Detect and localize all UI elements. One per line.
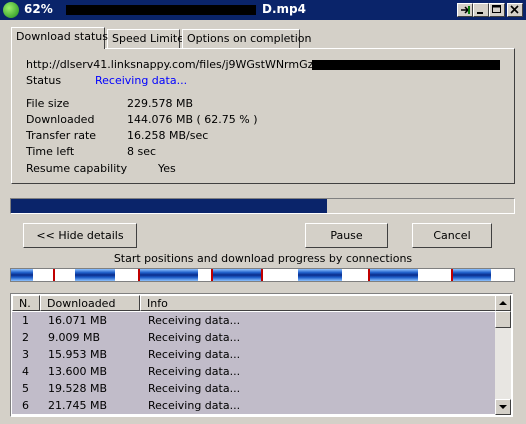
pin-icon[interactable]: [457, 3, 473, 17]
table-row[interactable]: 3 15.953 MB Receiving data...: [12, 346, 496, 363]
file-size-label: File size: [26, 97, 70, 110]
connection-segment: [75, 269, 115, 281]
download-progress-bar: [10, 198, 515, 214]
connection-info: Receiving data...: [148, 365, 241, 378]
connection-start-marker: [368, 269, 370, 281]
table-header: N. Downloaded Info: [12, 295, 496, 311]
connection-info: Receiving data...: [148, 314, 241, 327]
column-header-info[interactable]: Info: [140, 295, 496, 311]
scroll-thumb[interactable]: [495, 311, 511, 328]
progress-fill: [11, 199, 327, 213]
table-row[interactable]: 4 13.600 MB Receiving data...: [12, 363, 496, 380]
column-header-n[interactable]: N.: [12, 295, 40, 311]
table-row[interactable]: 2 9.009 MB Receiving data...: [12, 329, 496, 346]
app-icon: [3, 2, 19, 18]
connection-segment: [451, 269, 491, 281]
table-row[interactable]: 6 21.745 MB Receiving data...: [12, 397, 496, 414]
connection-number: 5: [22, 382, 29, 395]
connection-segment: [368, 269, 418, 281]
window-title-filename: D.mp4: [262, 2, 306, 16]
column-header-downloaded[interactable]: Downloaded: [40, 295, 140, 311]
connection-number: 4: [22, 365, 29, 378]
cancel-button[interactable]: Cancel: [412, 223, 492, 248]
window-title-progress: 62%: [24, 2, 53, 16]
title-bar[interactable]: 62% D.mp4: [0, 0, 526, 20]
time-left-label: Time left: [26, 145, 75, 158]
resume-capability-label: Resume capability: [26, 162, 128, 175]
downloaded-label: Downloaded: [26, 113, 95, 126]
tab-speed-limiter[interactable]: Speed Limiter: [107, 29, 189, 48]
tab-options-on-completion[interactable]: Options on completion: [182, 29, 312, 48]
connection-segment: [298, 269, 342, 281]
status-label: Status: [26, 74, 62, 87]
connection-downloaded: 16.071 MB: [48, 314, 108, 327]
connection-segment: [138, 269, 198, 281]
connection-start-marker: [261, 269, 263, 281]
status-value: Receiving data...: [95, 74, 188, 87]
tab-download-status[interactable]: Download status: [11, 27, 108, 49]
close-icon[interactable]: [507, 3, 523, 17]
title-redaction: [66, 5, 256, 15]
connection-start-marker: [451, 269, 453, 281]
table-rows: 1 16.071 MB Receiving data... 2 9.009 MB Rece…: [12, 312, 496, 414]
url-redaction: [312, 60, 500, 70]
scroll-down-icon[interactable]: [495, 399, 511, 415]
hide-details-button[interactable]: << Hide details: [23, 223, 137, 248]
table-row[interactable]: 5 19.528 MB Receiving data...: [12, 380, 496, 397]
connection-downloaded: 19.528 MB: [48, 382, 108, 395]
connection-downloaded: 15.953 MB: [48, 348, 108, 361]
time-left-value: 8 sec: [127, 145, 157, 158]
connection-info: Receiving data...: [148, 382, 241, 395]
connection-number: 1: [22, 314, 29, 327]
connection-segment: [11, 269, 33, 281]
connections-table[interactable]: N. Downloaded Info 1 16.071 MB Receiving d…: [10, 293, 513, 417]
minimize-icon[interactable]: [473, 3, 489, 17]
connection-info: Receiving data...: [148, 399, 241, 412]
table-row[interactable]: 1 16.071 MB Receiving data...: [12, 312, 496, 329]
connection-number: 3: [22, 348, 29, 361]
connection-downloaded: 21.745 MB: [48, 399, 108, 412]
connection-start-marker: [53, 269, 55, 281]
transfer-rate-value: 16.258 MB/sec: [127, 129, 209, 142]
connections-progress-bar: [10, 268, 515, 282]
connection-info: Receiving data...: [148, 331, 241, 344]
connections-caption: Start positions and download progress by…: [113, 252, 413, 265]
connection-start-marker: [211, 269, 213, 281]
connection-number: 2: [22, 331, 29, 344]
file-size-value: 229.578 MB: [127, 97, 194, 110]
connection-downloaded: 9.009 MB: [48, 331, 101, 344]
connection-downloaded: 13.600 MB: [48, 365, 108, 378]
downloaded-value: 144.076 MB ( 62.75 % ): [127, 113, 258, 126]
download-status-panel: http://dlserv41.linksnappy.com/files/j9W…: [11, 48, 515, 184]
connection-start-marker: [138, 269, 140, 281]
transfer-rate-label: Transfer rate: [26, 129, 97, 142]
scroll-up-icon[interactable]: [495, 295, 511, 311]
connection-segment: [211, 269, 261, 281]
pause-button[interactable]: Pause: [305, 223, 388, 248]
download-url: http://dlserv41.linksnappy.com/files/j9W…: [26, 58, 360, 71]
connection-info: Receiving data...: [148, 348, 241, 361]
vertical-scrollbar[interactable]: [495, 295, 511, 415]
connection-number: 6: [22, 399, 29, 412]
resume-capability-value: Yes: [158, 162, 176, 175]
maximize-icon[interactable]: [489, 3, 505, 17]
